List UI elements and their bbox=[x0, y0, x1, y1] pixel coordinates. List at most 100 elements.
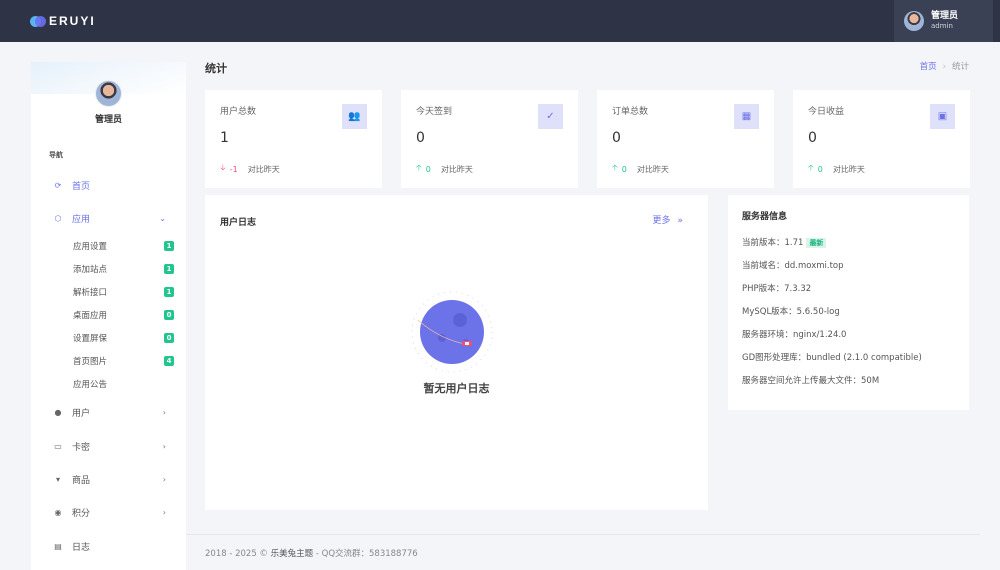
stat-label: 今天签到 bbox=[416, 107, 453, 117]
sidebar-avatar[interactable] bbox=[95, 80, 122, 107]
stat-delta: -1 bbox=[229, 164, 238, 174]
stat-value: 0 bbox=[808, 130, 817, 146]
footer-brand-link[interactable]: 乐美兔主题 bbox=[271, 549, 314, 559]
clipboard-icon: ▤ bbox=[54, 541, 62, 551]
calendar-icon: ▦ bbox=[734, 104, 759, 129]
chevron-right-icon: › bbox=[162, 407, 166, 417]
stat-compare-label: 对比昨天 bbox=[636, 164, 669, 174]
home-icon: ⟳ bbox=[54, 180, 62, 190]
server-info-row: 当前域名：dd.moxmi.top bbox=[742, 261, 844, 271]
sidebar-item-products[interactable]: ▾ 商品 › bbox=[31, 469, 186, 489]
sidebar-subitem-home-images[interactable]: 首页图片 4 bbox=[31, 353, 186, 369]
sidebar-item-points[interactable]: ◉ 积分 › bbox=[31, 502, 186, 522]
sidebar-item-label: 用户 bbox=[72, 408, 91, 419]
stat-delta: 0 bbox=[425, 164, 431, 174]
arrow-up-icon: 🡡 bbox=[808, 163, 814, 172]
users-icon: 👥 bbox=[342, 104, 367, 129]
sidebar-user-name: 管理员 bbox=[94, 115, 122, 125]
server-info-panel: 服务器信息 当前版本：1.71 最新 当前域名：dd.moxmi.top PHP版… bbox=[728, 195, 969, 410]
footer: 2018 - 2025 © 乐美兔主题 - QQ交流群：583188776 bbox=[205, 547, 418, 559]
count-badge: 0 bbox=[164, 333, 174, 343]
sidebar-subitem-parse-api[interactable]: 解析接口 1 bbox=[31, 284, 186, 300]
stat-compare-label: 对比昨天 bbox=[247, 164, 280, 174]
sidebar-item-home[interactable]: ⟳ 首页 bbox=[31, 175, 186, 195]
breadcrumb-home-link[interactable]: 首页 bbox=[920, 62, 937, 72]
sidebar-subitem-label: 首页图片 bbox=[73, 357, 108, 367]
arrow-down-icon: 🡣 bbox=[220, 163, 226, 172]
stat-label: 用户总数 bbox=[220, 107, 257, 117]
sidebar-subitem-label: 添加站点 bbox=[73, 265, 108, 275]
chevron-right-icon: › bbox=[162, 441, 166, 451]
sidebar-item-label: 日志 bbox=[72, 542, 91, 553]
count-badge: 1 bbox=[164, 241, 174, 251]
sidebar-item-label: 卡密 bbox=[72, 442, 91, 453]
sidebar-item-label: 首页 bbox=[72, 181, 91, 192]
stat-value: 0 bbox=[612, 130, 621, 146]
stat-delta: 0 bbox=[817, 164, 823, 174]
sidebar-subitem-announcement[interactable]: 应用公告 bbox=[31, 376, 186, 392]
more-link[interactable]: 更多 » bbox=[652, 213, 683, 226]
count-badge: 1 bbox=[164, 287, 174, 297]
stat-value: 0 bbox=[416, 130, 425, 146]
panel-title: 服务器信息 bbox=[742, 212, 788, 222]
card-icon: ▭ bbox=[54, 441, 62, 451]
stat-delta: 0 bbox=[621, 164, 627, 174]
sidebar-subitem-screensaver[interactable]: 设置屏保 0 bbox=[31, 330, 186, 346]
logo[interactable]: ERUYI bbox=[30, 14, 96, 28]
sidebar-item-users[interactable]: ● 用户 › bbox=[31, 402, 186, 422]
sidebar-subitem-app-settings[interactable]: 应用设置 1 bbox=[31, 238, 186, 254]
count-badge: 0 bbox=[164, 310, 174, 320]
server-info-text: 当前版本：1.71 bbox=[742, 238, 804, 248]
count-badge: 4 bbox=[164, 356, 174, 366]
server-info-row: 服务器空间允许上传最大文件：50M bbox=[742, 376, 880, 386]
cart-icon: ▾ bbox=[55, 474, 60, 484]
user-role: admin bbox=[931, 22, 953, 30]
more-link-label: 更多 bbox=[652, 216, 671, 226]
stat-label: 订单总数 bbox=[612, 107, 649, 117]
logo-text: ERUYI bbox=[49, 14, 96, 28]
empty-state-illustration bbox=[411, 291, 493, 373]
sidebar-subitem-add-site[interactable]: 添加站点 1 bbox=[31, 261, 186, 277]
empty-state-text: 暂无用户日志 bbox=[423, 382, 490, 395]
logo-mark-icon bbox=[30, 15, 46, 27]
top-bar: ERUYI 管理员 admin bbox=[0, 0, 1000, 42]
sidebar-subitem-label: 解析接口 bbox=[73, 288, 108, 298]
sidebar-item-logs[interactable]: ▤ 日志 bbox=[31, 536, 186, 556]
panel-title: 用户日志 bbox=[220, 218, 257, 228]
page-title: 统计 bbox=[205, 62, 227, 75]
footer-qq-group: - QQ交流群：583188776 bbox=[315, 549, 418, 559]
footer-copyright: 2018 - 2025 © bbox=[205, 549, 268, 559]
stat-trend: 🡣 -1 对比昨天 bbox=[220, 162, 280, 176]
server-info-row: 服务器环境：nginx/1.24.0 bbox=[742, 330, 847, 340]
breadcrumb: 首页 › 统计 bbox=[920, 60, 969, 72]
chevron-right-icon: › bbox=[162, 507, 166, 517]
sidebar-subitem-desktop-apps[interactable]: 桌面应用 0 bbox=[31, 307, 186, 323]
user-check-icon: ✓ bbox=[538, 104, 563, 129]
sidebar-subitem-label: 应用设置 bbox=[73, 242, 108, 252]
stat-compare-label: 对比昨天 bbox=[832, 164, 865, 174]
stat-card-today-revenue: 今日收益 ▣ 0 🡡 0 对比昨天 bbox=[793, 90, 970, 188]
server-info-row: 当前版本：1.71 最新 bbox=[742, 236, 827, 248]
avatar bbox=[904, 11, 924, 31]
server-info-row: GD图形处理库：bundled (2.1.0 compatible) bbox=[742, 353, 922, 363]
sidebar-subitem-label: 设置屏保 bbox=[73, 334, 108, 344]
user-menu[interactable]: 管理员 admin bbox=[894, 0, 993, 42]
stat-trend: 🡡 0 对比昨天 bbox=[416, 162, 473, 176]
stat-compare-label: 对比昨天 bbox=[440, 164, 473, 174]
server-info-row: MySQL版本：5.6.50-log bbox=[742, 307, 840, 317]
sidebar-item-apps[interactable]: ⬡ 应用 ⌄ bbox=[31, 208, 186, 228]
sidebar: 管理员 导航 ⟳ 首页 ⬡ 应用 ⌄ 应用设置 1 添加站点 1 解析接口 1 … bbox=[31, 62, 186, 570]
chevron-right-icon: › bbox=[162, 474, 166, 484]
arrow-up-icon: 🡡 bbox=[416, 163, 422, 172]
count-badge: 1 bbox=[164, 264, 174, 274]
sidebar-item-label: 应用 bbox=[72, 214, 91, 225]
breadcrumb-current: 统计 bbox=[951, 62, 969, 72]
double-chevron-right-icon: » bbox=[677, 216, 683, 226]
sidebar-item-cards[interactable]: ▭ 卡密 › bbox=[31, 436, 186, 456]
stat-trend: 🡡 0 对比昨天 bbox=[612, 162, 669, 176]
stat-card-total-orders: 订单总数 ▦ 0 🡡 0 对比昨天 bbox=[597, 90, 774, 188]
money-icon: ▣ bbox=[930, 104, 955, 129]
breadcrumb-separator: › bbox=[942, 62, 946, 72]
stat-label: 今日收益 bbox=[808, 107, 845, 117]
stat-card-today-checkins: 今天签到 ✓ 0 🡡 0 对比昨天 bbox=[401, 90, 578, 188]
